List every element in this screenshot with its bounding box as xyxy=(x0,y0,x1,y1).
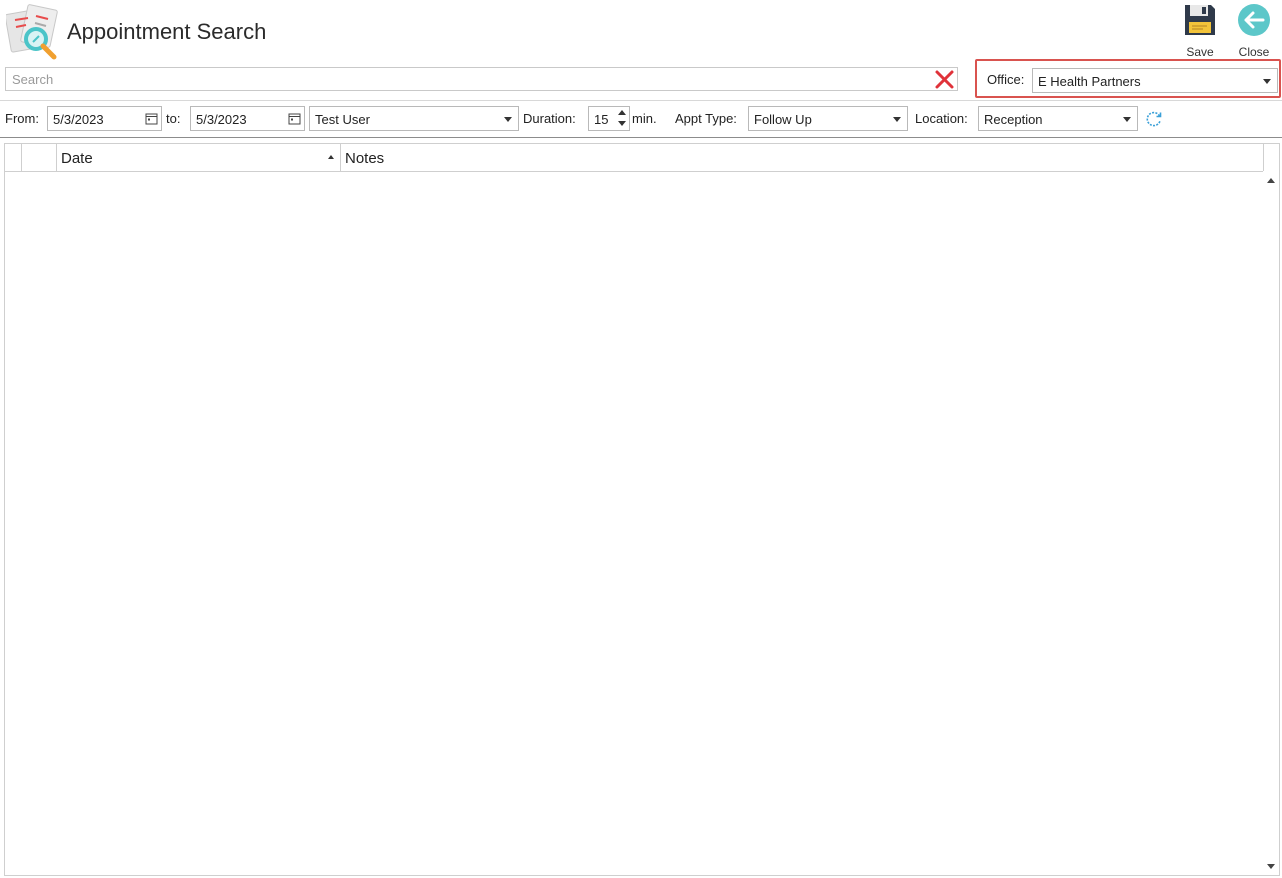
floppy-disk-icon xyxy=(1185,5,1215,35)
close-button[interactable]: Close xyxy=(1232,2,1276,60)
date-header-label: Date xyxy=(61,150,93,167)
location-dropdown[interactable]: Reception xyxy=(978,106,1138,131)
duration-unit: min. xyxy=(632,111,657,126)
appointments-grid: Date Notes xyxy=(4,143,1280,876)
chevron-down-icon xyxy=(1263,79,1271,84)
calendar-icon[interactable] xyxy=(145,112,158,125)
user-value: Test User xyxy=(315,112,370,127)
from-label: From: xyxy=(5,111,39,126)
duration-stepper[interactable]: 15 xyxy=(588,106,630,131)
office-value: E Health Partners xyxy=(1038,74,1141,89)
chevron-down-icon xyxy=(504,117,512,122)
notes-header-label: Notes xyxy=(345,150,385,167)
scroll-down-icon[interactable] xyxy=(1267,864,1275,869)
user-dropdown[interactable]: Test User xyxy=(309,106,519,131)
page-title: Appointment Search xyxy=(67,19,267,44)
from-date-field[interactable]: 5/3/2023 xyxy=(47,106,162,131)
divider xyxy=(0,137,1282,138)
to-label: to: xyxy=(166,111,181,126)
calendar-icon[interactable] xyxy=(288,112,301,125)
from-date-value: 5/3/2023 xyxy=(53,112,104,127)
date-column-header[interactable]: Date xyxy=(57,144,341,171)
to-date-field[interactable]: 5/3/2023 xyxy=(190,106,305,131)
search-box xyxy=(5,67,958,91)
location-value: Reception xyxy=(984,112,1043,127)
appt-type-label: Appt Type: xyxy=(675,111,737,126)
appointment-search-icon xyxy=(4,4,62,60)
back-arrow-circle-icon xyxy=(1238,4,1270,36)
refresh-icon xyxy=(1146,111,1162,127)
clear-search-button[interactable] xyxy=(934,69,955,90)
save-button[interactable]: Save xyxy=(1178,2,1222,60)
search-input[interactable] xyxy=(6,68,938,90)
duration-value: 15 xyxy=(594,112,609,127)
sort-ascending-icon xyxy=(328,155,334,159)
location-label: Location: xyxy=(915,111,968,126)
stepper-up-icon[interactable] xyxy=(618,110,626,115)
office-dropdown[interactable]: E Health Partners xyxy=(1032,68,1278,93)
close-label: Close xyxy=(1238,45,1270,59)
grid-header: Date Notes xyxy=(5,144,1279,172)
office-label: Office: xyxy=(987,72,1025,87)
row-indicator-header xyxy=(5,144,22,171)
stepper-down-icon[interactable] xyxy=(618,121,626,126)
save-label: Save xyxy=(1186,45,1214,59)
chevron-down-icon xyxy=(893,117,901,122)
duration-label: Duration: xyxy=(523,111,576,126)
chevron-down-icon xyxy=(1123,117,1131,122)
clear-x-icon xyxy=(935,70,954,89)
divider xyxy=(0,100,1282,101)
appt-type-dropdown[interactable]: Follow Up xyxy=(748,106,908,131)
appt-type-value: Follow Up xyxy=(754,112,812,127)
vertical-scrollbar[interactable] xyxy=(1263,171,1279,875)
notes-column-header[interactable]: Notes xyxy=(341,144,1264,171)
select-column-header[interactable] xyxy=(22,144,57,171)
to-date-value: 5/3/2023 xyxy=(196,112,247,127)
refresh-button[interactable] xyxy=(1145,110,1163,128)
scroll-up-icon[interactable] xyxy=(1267,178,1275,183)
